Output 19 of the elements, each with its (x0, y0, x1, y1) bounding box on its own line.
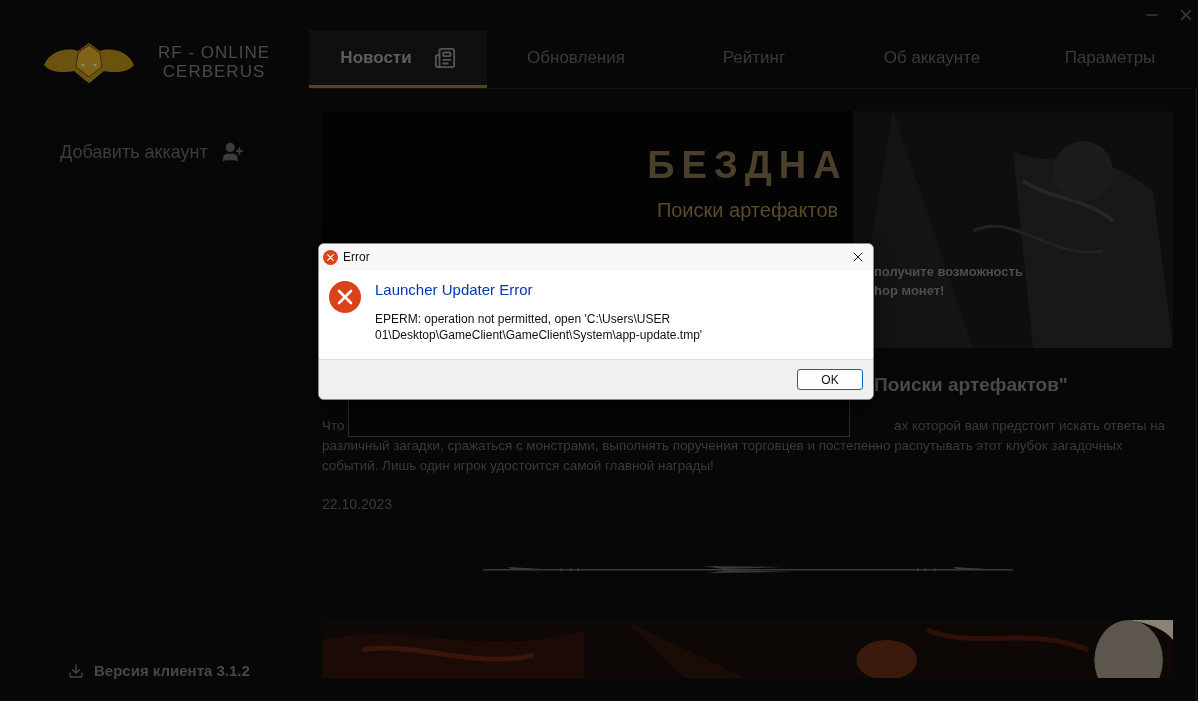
logo-icon (42, 41, 136, 83)
newspaper-icon (433, 46, 456, 69)
error-icon (329, 281, 361, 313)
banner-subtitle: Поиски артефактов (656, 199, 839, 222)
download-icon (68, 662, 84, 679)
article-heading: Поиски артефактов" (874, 374, 1068, 395)
nav-tab[interactable]: Новости (309, 30, 487, 88)
error-icon (323, 249, 338, 265)
client-version: Версия клиента 3.1.2 (94, 662, 250, 679)
user-plus-icon[interactable] (221, 141, 244, 163)
logo-title: RF - ONLINE (158, 43, 271, 62)
banner-text: получите возможность (874, 264, 1023, 279)
dialog-title: Error (343, 250, 371, 264)
error-message: EPERM: operation not permitted, open 'C:\Users\USER 01\Desktop\GameClient\GameClient\System\app-update.tmp' (375, 311, 704, 343)
banner-title: БЕЗДНА (647, 144, 848, 187)
dialog-heading: Launcher Updater Error (375, 281, 534, 298)
logo-subtitle: CERBERUS (162, 62, 266, 81)
ok-button[interactable]: OK (797, 369, 863, 390)
banner-text: hop монет! (874, 283, 946, 298)
